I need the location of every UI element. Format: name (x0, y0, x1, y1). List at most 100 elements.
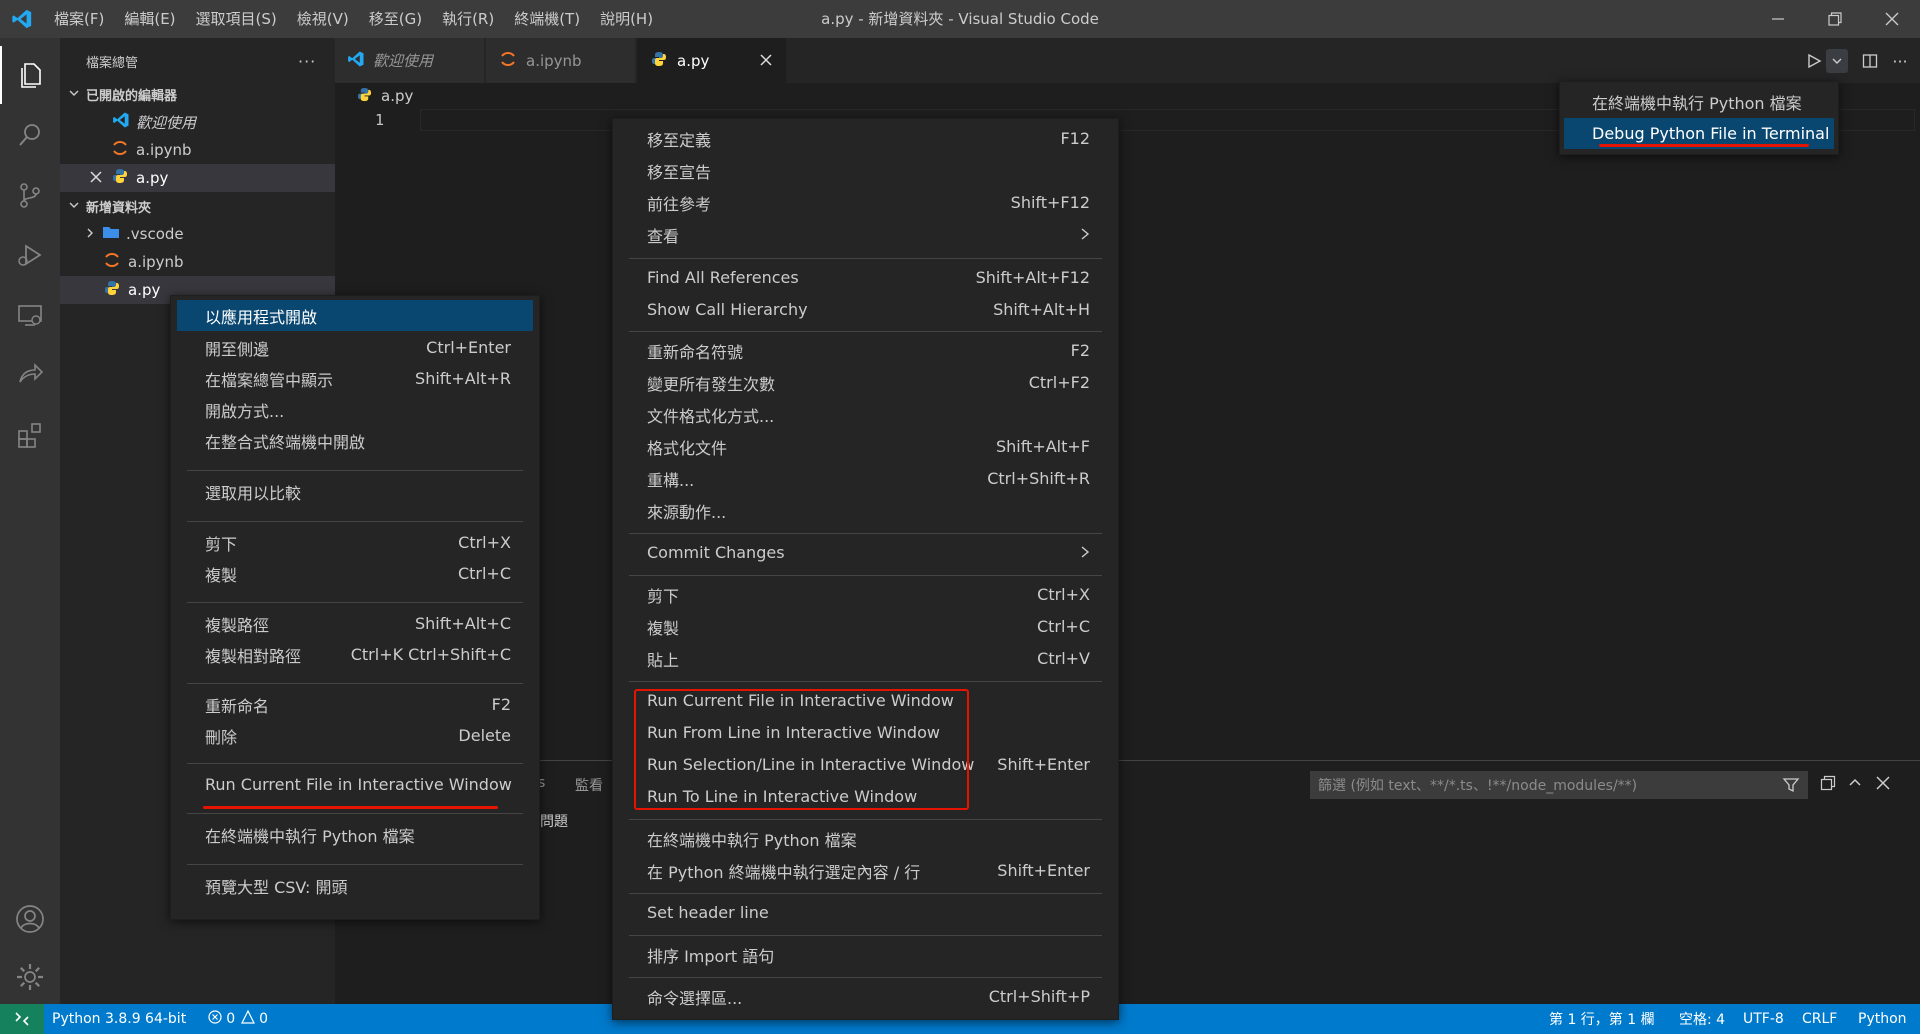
run-debug-icon[interactable] (0, 226, 60, 284)
menu-separator (629, 977, 1102, 978)
preview-large-csv-item[interactable]: 預覽大型 CSV: 開頭 (177, 870, 533, 901)
copy-item[interactable]: 複製 Ctrl+C (619, 611, 1112, 642)
indentation[interactable]: 空格: 4 (1679, 1009, 1725, 1029)
menu-item-label: 在終端機中執行 Python 檔案 (205, 826, 415, 846)
tab-ipynb[interactable]: a.ipynb (486, 38, 636, 83)
menu-item-label: 開啟方式... (205, 401, 285, 421)
search-icon[interactable] (0, 106, 60, 164)
run-python-file-in-terminal-item[interactable]: 在終端機中執行 Python 檔案 (619, 823, 1112, 854)
run-dropdown-chevron-icon[interactable] (1826, 49, 1848, 73)
close-icon[interactable] (90, 169, 112, 187)
more-actions-icon[interactable]: ··· (1888, 49, 1912, 73)
sort-imports-item[interactable]: 排序 Import 語句 (619, 939, 1112, 970)
end-of-line[interactable]: CRLF (1802, 1011, 1837, 1027)
rename-symbol-item[interactable]: 重新命名符號 F2 (619, 335, 1112, 366)
restore-icon[interactable] (1806, 0, 1863, 38)
source-action-item[interactable]: 來源動作... (619, 495, 1112, 526)
format-document-with-item[interactable]: 文件格式化方式... (619, 399, 1112, 430)
menu-item-label: 複製相對路徑 (205, 646, 302, 666)
menu-file[interactable]: 檔案(F) (44, 0, 114, 38)
delete-item[interactable]: 刪除 Delete (177, 720, 533, 751)
panel-filter-input[interactable]: 篩選 (例如 text、**/*.ts、!**/node_modules/**) (1310, 771, 1808, 799)
paste-item[interactable]: 貼上 Ctrl+V (619, 643, 1112, 674)
folder-icon (102, 224, 126, 244)
copy-relative-path-item[interactable]: 複製相對路徑 Ctrl+K Ctrl+Shift+C (177, 639, 533, 670)
go-to-definition-item[interactable]: 移至定義 F12 (619, 123, 1112, 154)
folder-section[interactable]: 新增資料夾 (60, 192, 335, 220)
cut-item[interactable]: 剪下 Ctrl+X (177, 527, 533, 558)
menu-item-shortcut: F12 (1060, 129, 1090, 148)
extensions-icon[interactable] (0, 406, 60, 464)
format-document-item[interactable]: 格式化文件 Shift+Alt+F (619, 431, 1112, 462)
copy-item[interactable]: 複製 Ctrl+C (177, 558, 533, 589)
open-editor-item-active[interactable]: a.py (60, 164, 335, 192)
folder-title: 新增資料夾 (86, 200, 152, 216)
run-current-file-interactive-item[interactable]: Run Current File in Interactive Window (177, 769, 533, 800)
menu-item-label: 剪下 (205, 534, 238, 554)
open-with-app-item[interactable]: 以應用程式開啟 (177, 300, 533, 331)
open-editors-section[interactable]: 已開啟的編輯器 (60, 80, 335, 108)
tab-a-py[interactable]: a.py (637, 38, 787, 83)
remote-explorer-icon[interactable] (0, 286, 60, 344)
menu-run[interactable]: 執行(R) (432, 0, 504, 38)
minimize-icon[interactable] (1749, 0, 1806, 38)
set-header-line-item[interactable]: Set header line (619, 897, 1112, 928)
collapse-all-icon[interactable] (1820, 775, 1836, 795)
menu-selection[interactable]: 選取項目(S) (186, 0, 287, 38)
more-actions-icon[interactable]: ··· (298, 52, 316, 71)
breadcrumb[interactable]: a.py (335, 83, 413, 109)
close-panel-icon[interactable] (1876, 776, 1890, 794)
go-to-declaration-item[interactable]: 移至宣告 (619, 155, 1112, 186)
explorer-icon[interactable] (0, 46, 60, 104)
go-to-references-item[interactable]: 前往參考 Shift+F12 (619, 187, 1112, 218)
source-control-icon[interactable] (0, 166, 60, 224)
copy-path-item[interactable]: 複製路徑 Shift+Alt+C (177, 608, 533, 639)
open-editor-item[interactable]: 歡迎使用 (60, 108, 335, 136)
close-tab-icon[interactable] (760, 52, 772, 70)
tree-item-folder[interactable]: .vscode (60, 220, 335, 248)
cursor-position[interactable]: 第 1 行，第 1 欄 (1549, 1009, 1655, 1029)
change-all-occurrences-item[interactable]: 變更所有發生次數 Ctrl+F2 (619, 367, 1112, 398)
remote-indicator-icon[interactable] (0, 1004, 44, 1034)
show-call-hierarchy-item[interactable]: Show Call Hierarchy Shift+Alt+H (619, 294, 1112, 325)
run-python-file-icon[interactable] (1802, 49, 1826, 73)
tree-item-file[interactable]: a.ipynb (60, 248, 335, 276)
panel-tab-watch[interactable]: 監看 (575, 775, 603, 795)
live-share-icon[interactable] (0, 346, 60, 404)
split-editor-icon[interactable] (1858, 49, 1882, 73)
run-python-file-in-terminal-item[interactable]: 在終端機中執行 Python 檔案 (1564, 86, 1834, 117)
open-in-terminal-item[interactable]: 在整合式終端機中開啟 (177, 425, 533, 456)
error-count[interactable]: 0 (226, 1011, 235, 1027)
command-palette-item[interactable]: 命令選擇區... Ctrl+Shift+P (619, 981, 1112, 1012)
chevron-up-icon[interactable] (1847, 775, 1863, 795)
accounts-icon[interactable] (0, 890, 60, 948)
reveal-in-explorer-item[interactable]: 在檔案總管中顯示 Shift+Alt+R (177, 363, 533, 394)
open-editor-item[interactable]: a.ipynb (60, 136, 335, 164)
close-window-icon[interactable] (1863, 0, 1920, 38)
python-interpreter[interactable]: Python 3.8.9 64-bit (52, 1011, 186, 1027)
commit-changes-submenu-item[interactable]: Commit Changes (619, 537, 1112, 568)
cut-item[interactable]: 剪下 Ctrl+X (619, 579, 1112, 610)
run-selection-in-python-terminal-item[interactable]: 在 Python 終端機中執行選定內容 / 行 Shift+Enter (619, 855, 1112, 886)
breadcrumb-file[interactable]: a.py (381, 87, 413, 105)
peek-submenu-item[interactable]: 查看 (619, 219, 1112, 250)
language-mode[interactable]: Python (1858, 1011, 1907, 1027)
find-all-references-item[interactable]: Find All References Shift+Alt+F12 (619, 262, 1112, 293)
open-with-item[interactable]: 開啟方式... (177, 394, 533, 425)
warning-count[interactable]: 0 (259, 1011, 268, 1027)
menu-help[interactable]: 說明(H) (590, 0, 663, 38)
menu-edit[interactable]: 編輯(E) (114, 0, 185, 38)
menu-terminal[interactable]: 終端機(T) (504, 0, 590, 38)
encoding[interactable]: UTF-8 (1743, 1011, 1784, 1027)
code-editor[interactable]: 1 (335, 109, 1920, 759)
menu-view[interactable]: 檢視(V) (287, 0, 359, 38)
rename-item[interactable]: 重新命名 F2 (177, 689, 533, 720)
run-python-file-in-terminal-item[interactable]: 在終端機中執行 Python 檔案 (177, 819, 533, 850)
select-for-compare-item[interactable]: 選取用以比較 (177, 476, 533, 507)
manage-gear-icon[interactable] (0, 948, 60, 1006)
tab-welcome[interactable]: 歡迎使用 (335, 38, 485, 83)
filter-icon[interactable] (1782, 776, 1800, 798)
refactor-item[interactable]: 重構... Ctrl+Shift+R (619, 463, 1112, 494)
menu-go[interactable]: 移至(G) (359, 0, 432, 38)
open-to-side-item[interactable]: 開至側邊 Ctrl+Enter (177, 332, 533, 363)
